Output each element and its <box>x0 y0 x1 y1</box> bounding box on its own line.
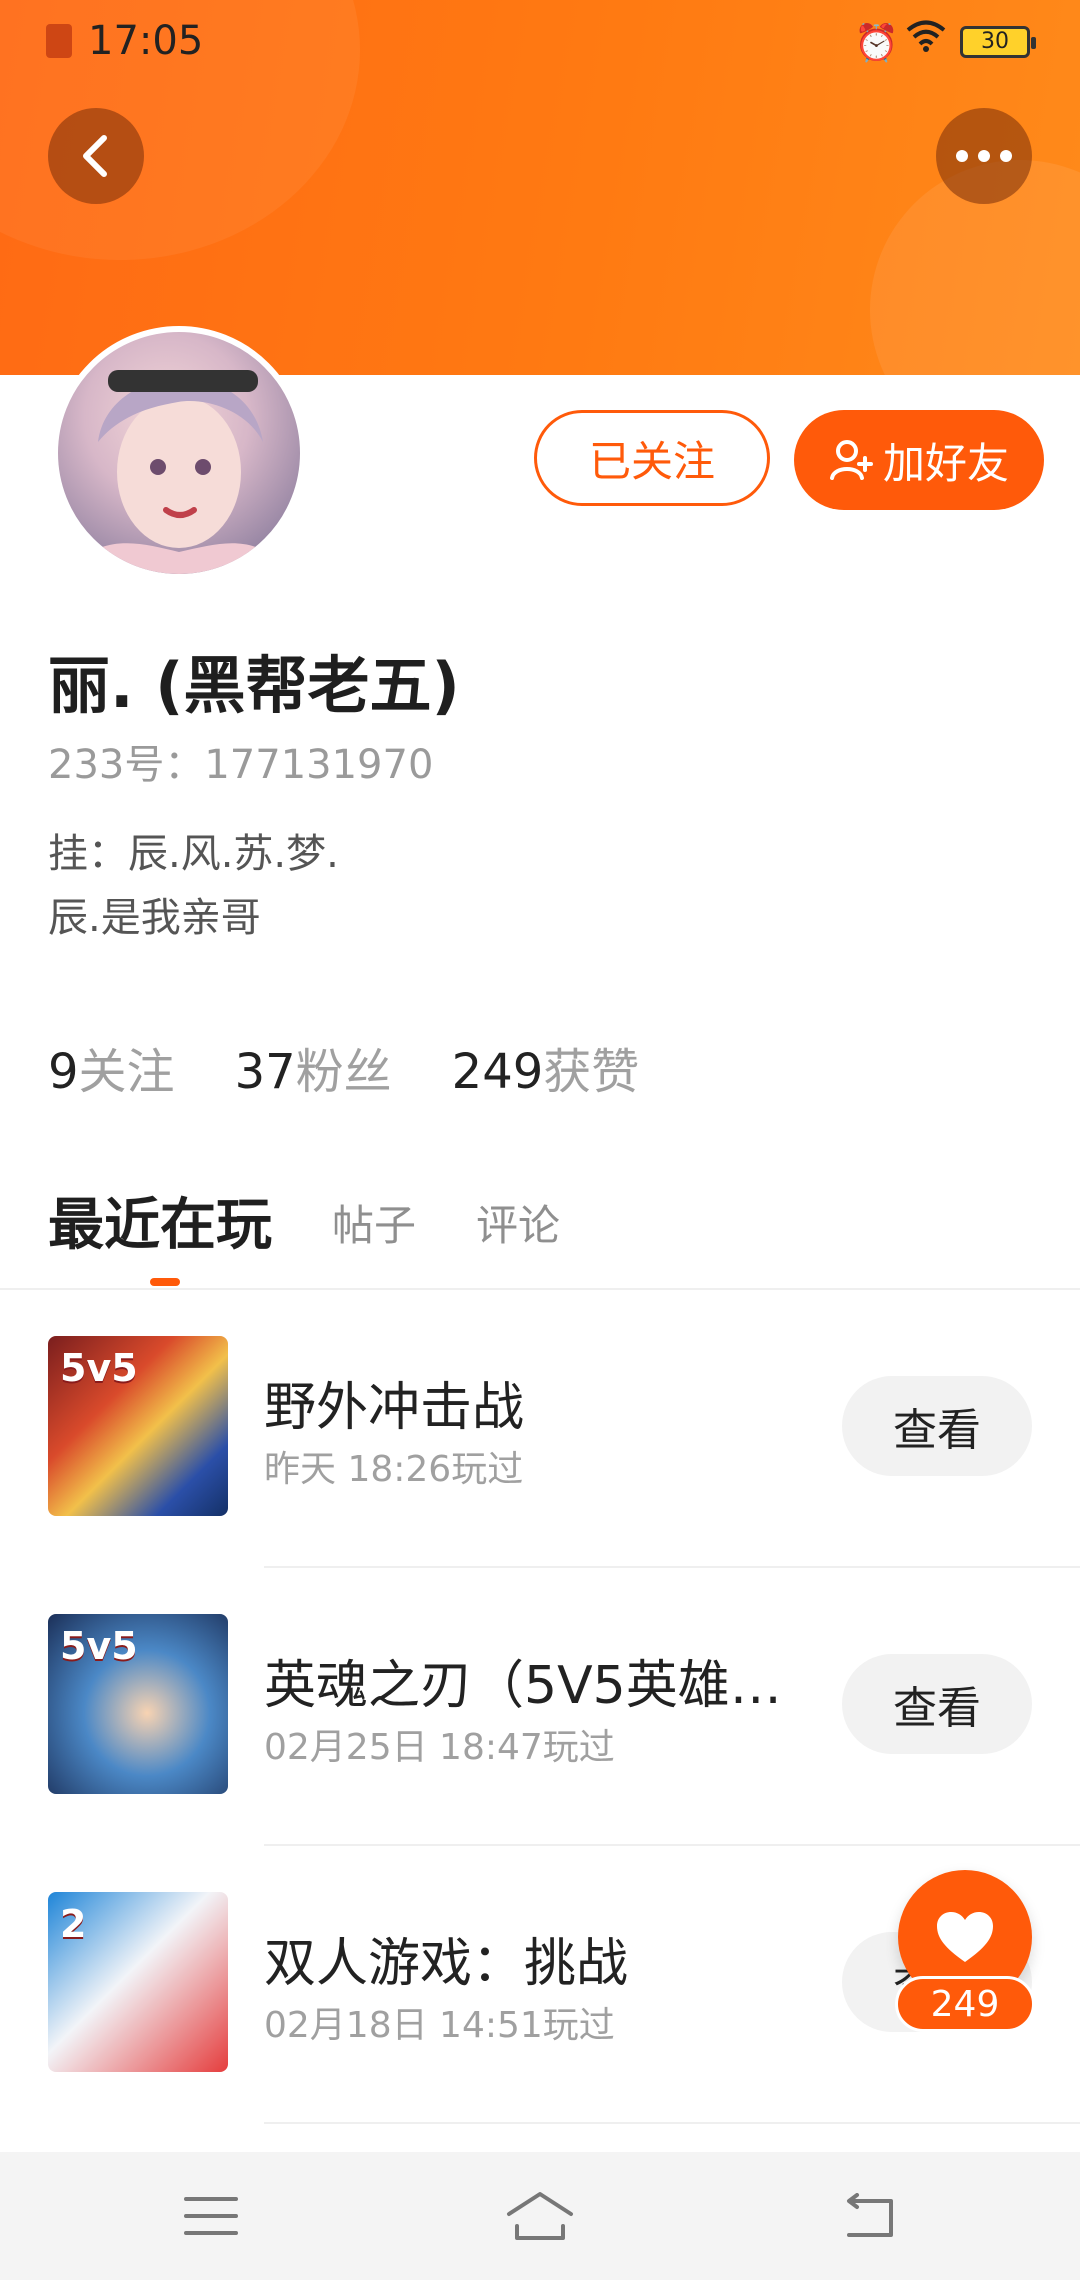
stat-label: 关注 <box>78 1044 175 1100</box>
list-item[interactable]: 5v5 野外冲击战 昨天 18:26玩过 查看 <box>0 1290 1080 1568</box>
tab-recent-played[interactable]: 最近在玩 <box>48 1180 272 1261</box>
game-thumbnail[interactable]: 5v5 <box>48 1336 228 1516</box>
add-friend-button[interactable]: 加好友 <box>794 410 1044 510</box>
profile-name: 丽. (黑帮老五) <box>48 649 460 722</box>
system-navigation-bar <box>0 2152 1080 2280</box>
home-button[interactable] <box>505 2188 575 2244</box>
stat-label: 获赞 <box>543 1044 640 1100</box>
profile-page: 17:05 ⏰ 30 已关注 加好友 丽. (黑帮老五) 233号：177131… <box>0 0 1080 2280</box>
bio-line: 挂：辰.风.苏.梦. <box>48 831 339 877</box>
wifi-icon <box>904 18 948 63</box>
list-item[interactable]: 5v5 英魂之刃（5V5英雄对战） 02月25日 18:47玩过 查看 <box>0 1568 1080 1846</box>
like-count-badge: 249 <box>895 1976 1035 2032</box>
game-title: 野外冲击战 <box>264 1378 525 1438</box>
chevron-left-icon <box>83 135 107 177</box>
avatar[interactable] <box>52 326 306 580</box>
game-thumbnail[interactable]: 5v5 <box>48 1614 228 1794</box>
thumbnail-label: 5v5 <box>60 1624 138 1668</box>
status-bar: 17:05 ⏰ 30 <box>0 0 1080 86</box>
profile-id: 233号：177131970 <box>48 742 434 788</box>
game-title: 英魂之刃（5V5英雄对战） <box>264 1656 804 1716</box>
profile-stats: 9关注 37粉丝 249获赞 <box>48 1032 639 1102</box>
menu-icon <box>184 2197 238 2235</box>
profile-bio: 挂：辰.风.苏.梦. 辰.是我亲哥 <box>48 822 339 950</box>
view-game-button[interactable]: 查看 <box>842 1376 1032 1476</box>
stat-following[interactable]: 9关注 <box>48 1032 175 1102</box>
tab-posts[interactable]: 帖子 <box>332 1192 416 1261</box>
battery-level: 30 <box>981 29 1009 54</box>
tab-comments[interactable]: 评论 <box>476 1192 560 1261</box>
battery-icon: 30 <box>960 26 1036 58</box>
alarm-icon: ⏰ <box>854 23 899 64</box>
status-time: 17:05 <box>88 18 204 64</box>
stat-followers[interactable]: 37粉丝 <box>235 1032 392 1102</box>
bio-line: 辰.是我亲哥 <box>48 895 261 941</box>
view-game-button[interactable]: 查看 <box>842 1654 1032 1754</box>
back-button[interactable] <box>48 108 144 204</box>
game-played-time: 02月25日 18:47玩过 <box>264 1727 615 1768</box>
tab-active-indicator <box>150 1278 180 1286</box>
more-horizontal-icon <box>956 150 1012 162</box>
game-played-time: 02月18日 14:51玩过 <box>264 2005 615 2046</box>
follow-status-button[interactable]: 已关注 <box>534 410 770 506</box>
game-title: 双人游戏：挑战 <box>264 1934 629 1994</box>
more-button[interactable] <box>936 108 1032 204</box>
recent-apps-button[interactable] <box>176 2188 246 2244</box>
heart-icon <box>937 1912 993 1962</box>
home-icon <box>507 2192 573 2240</box>
back-nav-button[interactable] <box>834 2188 904 2244</box>
stat-label: 粉丝 <box>295 1044 392 1100</box>
stat-value: 37 <box>234 1044 296 1100</box>
thumbnail-label: 5v5 <box>60 1346 138 1390</box>
list-divider <box>264 2122 1080 2124</box>
stat-value: 9 <box>48 1044 79 1100</box>
stat-value: 249 <box>451 1044 544 1100</box>
game-thumbnail[interactable]: 2 <box>48 1892 228 2072</box>
add-user-icon <box>829 440 873 480</box>
profile-tabs: 最近在玩 帖子 评论 <box>48 1180 560 1261</box>
avatar-image <box>68 370 290 574</box>
game-played-time: 昨天 18:26玩过 <box>264 1449 524 1490</box>
stat-likes[interactable]: 249获赞 <box>452 1032 640 1102</box>
back-arrow-icon <box>847 2193 893 2237</box>
sim-status-icon <box>46 24 72 58</box>
thumbnail-label: 2 <box>60 1902 87 1946</box>
add-friend-label: 加好友 <box>882 438 1009 488</box>
